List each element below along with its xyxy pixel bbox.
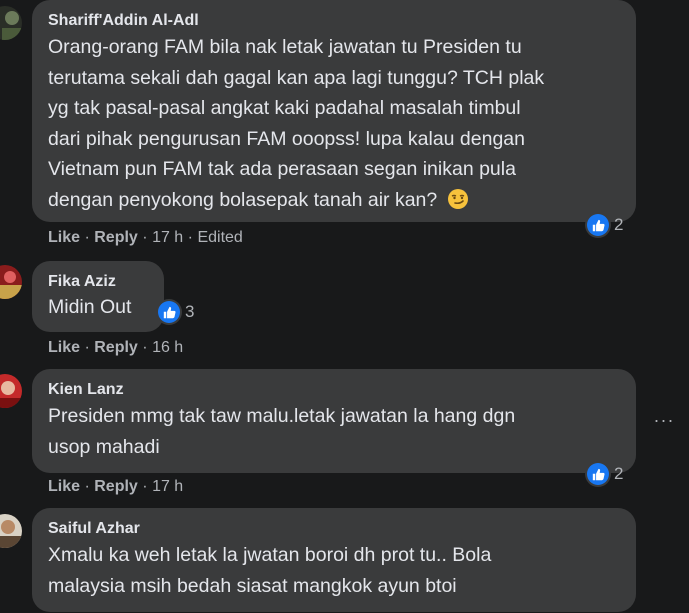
comment-actions: Like · Reply · 17 h: [48, 478, 183, 496]
reply-button[interactable]: Reply: [94, 229, 138, 246]
comment-text-line: malaysia msih bedah siasat mangkok ayun …: [48, 575, 457, 597]
more-options-icon[interactable]: ···: [652, 410, 676, 430]
comment-text-line: terutama sekali dah gagal kan apa lagi t…: [48, 66, 545, 89]
comment-text-line: dengan penyokong bolasepak tanah air kan…: [48, 185, 469, 220]
separator: ·: [142, 229, 148, 246]
like-button[interactable]: Like: [48, 339, 80, 356]
thumbs-up-icon: [158, 301, 180, 323]
separator: ·: [84, 478, 90, 495]
separator: ·: [142, 478, 148, 495]
timestamp[interactable]: 17 h: [152, 478, 183, 495]
separator: ·: [142, 339, 148, 356]
timestamp[interactable]: 17 h: [152, 229, 183, 246]
reaction-count: 3: [185, 302, 195, 321]
reaction-summary[interactable]: 2: [587, 462, 623, 486]
separator: ·: [84, 229, 90, 246]
separator: ·: [84, 339, 90, 356]
comment-text-line-content: dengan penyokong bolasepak tanah air kan…: [48, 188, 438, 211]
avatar[interactable]: [0, 265, 22, 299]
comment-text-line: Orang-orang FAM bila nak letak jawatan t…: [48, 36, 522, 58]
comment-author[interactable]: Fika Aziz: [48, 273, 116, 291]
comment-author[interactable]: Saiful Azhar: [48, 520, 140, 538]
comment-text-line: Midin Out: [48, 296, 132, 318]
avatar[interactable]: [0, 374, 22, 408]
comment-bubble: Shariff'Addin Al-Adl Orang-orang FAM bil…: [32, 0, 636, 222]
comment-text-line: Xmalu ka weh letak la jwatan boroi dh pr…: [48, 544, 492, 566]
reply-button[interactable]: Reply: [94, 478, 138, 495]
reaction-summary[interactable]: 2: [587, 213, 623, 237]
comment-text-line: dari pihak pengurusan FAM ooopss! lupa k…: [48, 127, 525, 150]
comment-bubble: Kien Lanz Presiden mmg tak taw malu.leta…: [32, 369, 636, 473]
comment-actions: Like · Reply · 16 h: [48, 339, 183, 357]
reaction-count: 2: [614, 464, 624, 483]
thumbs-up-icon: [587, 463, 609, 485]
timestamp[interactable]: 16 h: [152, 339, 183, 356]
comment-text-line: usop mahadi: [48, 436, 160, 458]
comment-text-line: Vietnam pun FAM tak ada perasaan segan i…: [48, 158, 516, 180]
comment-text-line: yg tak pasal-pasal angkat kaki padahal m…: [48, 97, 521, 119]
separator: ·: [187, 229, 193, 246]
comment-text-line: Presiden mmg tak taw malu.letak jawatan …: [48, 405, 516, 427]
avatar[interactable]: [0, 6, 22, 40]
comment-bubble: Fika Aziz Midin Out: [32, 261, 164, 332]
reaction-summary[interactable]: 3: [158, 300, 194, 324]
smirk-emoji: [447, 188, 469, 220]
thumbs-up-icon: [587, 214, 609, 236]
reply-button[interactable]: Reply: [94, 339, 138, 356]
comment-author[interactable]: Shariff'Addin Al-Adl: [48, 12, 199, 30]
comment-bubble: Saiful Azhar Xmalu ka weh letak la jwata…: [32, 508, 636, 612]
reaction-count: 2: [614, 215, 624, 234]
comment-author[interactable]: Kien Lanz: [48, 381, 124, 399]
avatar[interactable]: [0, 514, 22, 548]
comment-actions: Like · Reply · 17 h · Edited: [48, 229, 243, 247]
edited-label[interactable]: Edited: [197, 229, 242, 246]
like-button[interactable]: Like: [48, 478, 80, 495]
like-button[interactable]: Like: [48, 229, 80, 246]
